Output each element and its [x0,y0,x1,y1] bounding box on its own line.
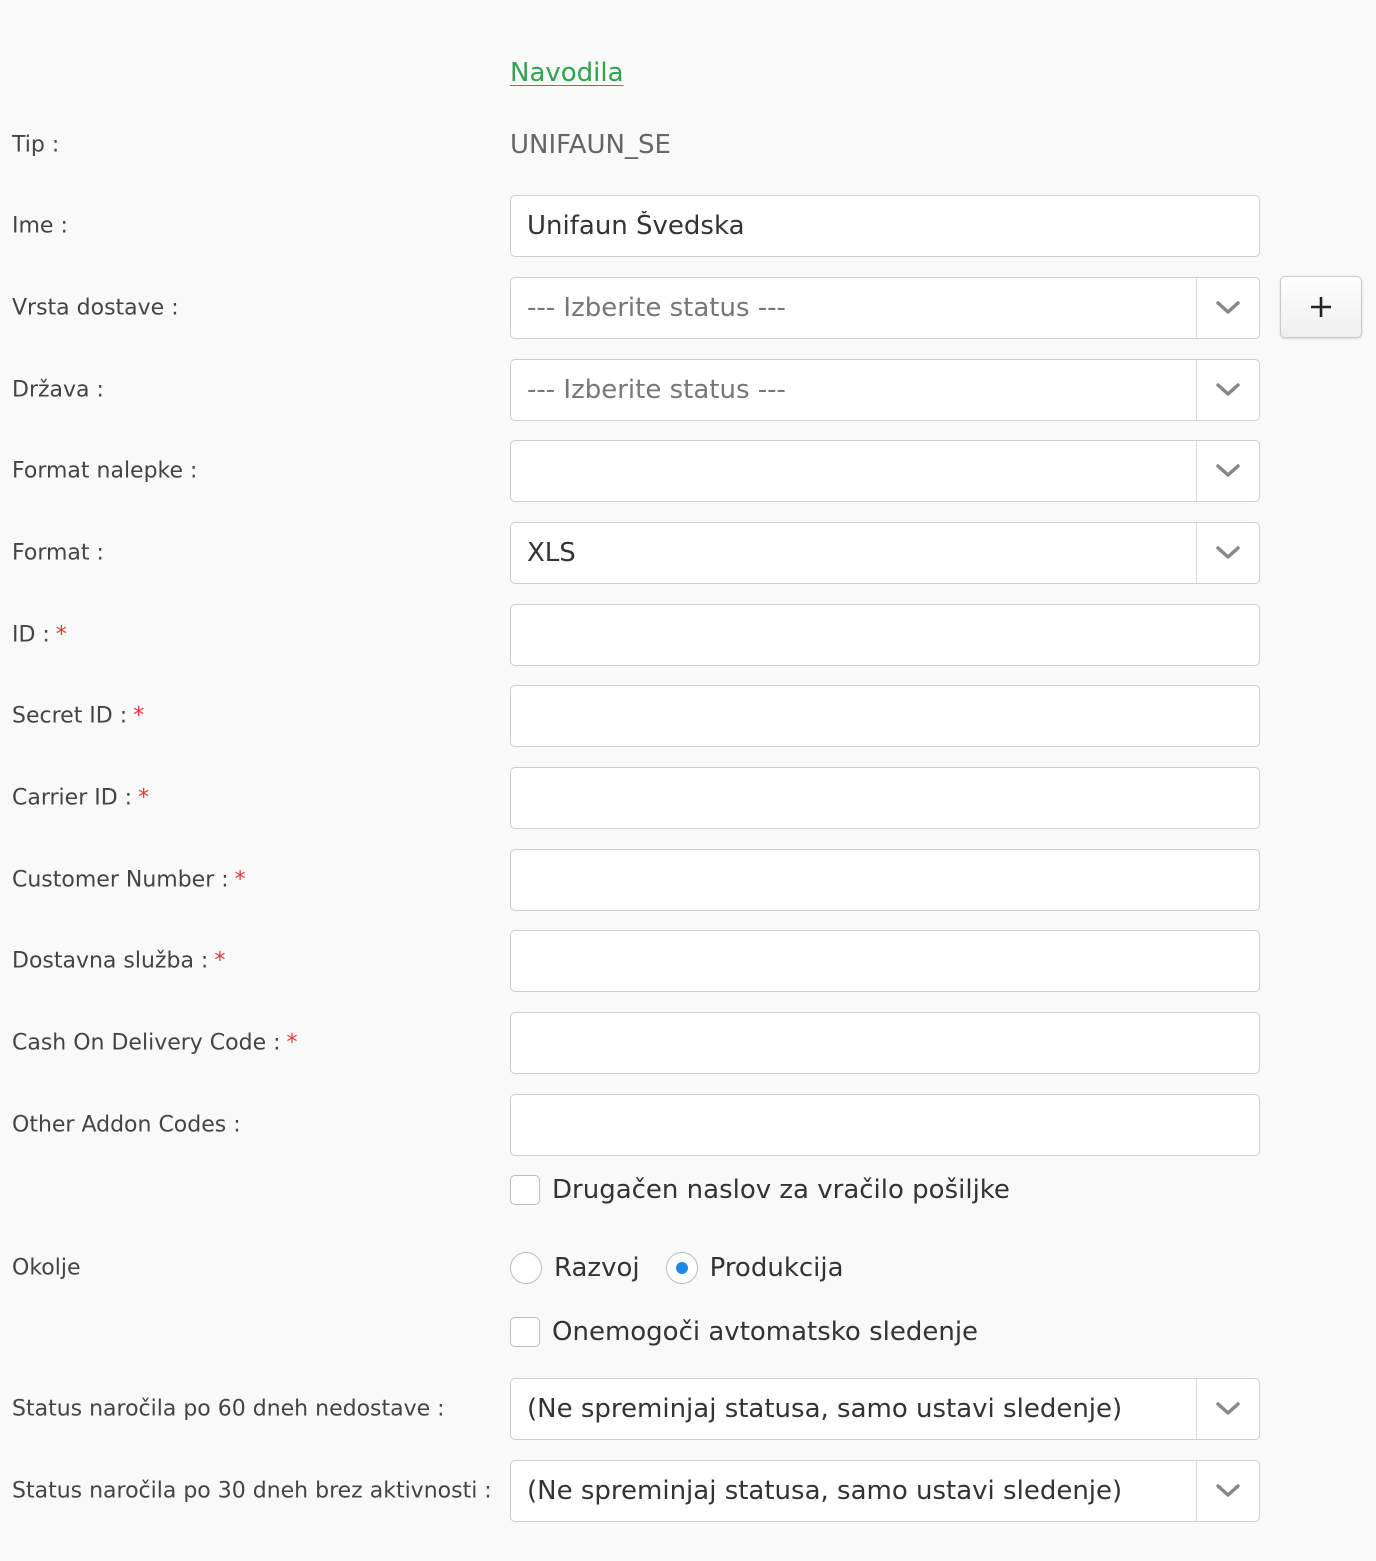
row-dostavna-sluzba: Dostavna služba : * [0,930,1376,992]
status-60-label: Status naročila po 60 dneh nedostave : [12,1396,445,1422]
row-status-30: Status naročila po 30 dneh brez aktivnos… [0,1460,1376,1522]
ime-input[interactable] [510,195,1260,257]
dostavna-sluzba-label: Dostavna služba : * [12,948,226,974]
chevron-down-icon [1196,278,1259,338]
return-address-checkbox[interactable] [510,1175,540,1205]
chevron-down-icon [1196,523,1259,583]
secret-id-input[interactable] [510,685,1260,747]
cod-code-label: Cash On Delivery Code : * [12,1030,298,1056]
required-marker: * [214,948,226,974]
row-cod-code: Cash On Delivery Code : * [0,1012,1376,1074]
return-address-option[interactable]: Drugačen naslov za vračilo pošiljke [510,1172,1010,1208]
secret-id-label: Secret ID : * [12,703,145,729]
status-30-label: Status naročila po 30 dneh brez aktivnos… [12,1478,492,1504]
drzava-label: Država : [12,377,104,403]
format-select[interactable]: XLS [510,522,1260,584]
status-30-select[interactable]: (Ne spreminjaj statusa, samo ustavi sled… [510,1460,1260,1522]
chevron-down-icon [1196,360,1259,420]
format-label: Format : [12,540,104,566]
status-30-selected: (Ne spreminjaj statusa, samo ustavi sled… [527,1476,1123,1506]
chevron-down-icon [1196,1379,1259,1439]
required-marker: * [55,622,67,648]
required-marker: * [286,1030,298,1056]
disable-tracking-option[interactable]: Onemogoči avtomatsko sledenje [510,1314,978,1350]
environment-radio-group: Razvoj Produkcija [510,1252,870,1284]
format-selected: XLS [527,538,576,568]
vrsta-dostave-label: Vrsta dostave : [12,295,179,321]
row-format: Format : XLS [0,522,1376,584]
other-addon-codes-label: Other Addon Codes : [12,1112,241,1138]
vrsta-dostave-select[interactable]: --- Izberite status --- [510,277,1260,339]
row-id: ID : * [0,604,1376,666]
row-status-60: Status naročila po 60 dneh nedostave : (… [0,1378,1376,1440]
required-marker: * [138,785,150,811]
row-tip: Tip : UNIFAUN_SE [0,114,1376,176]
disable-tracking-checkbox[interactable] [510,1317,540,1347]
customer-number-label: Customer Number : * [12,867,246,893]
carrier-settings-form: Navodila Tip : UNIFAUN_SE Ime : Vrsta do… [0,0,1376,1561]
row-environment: Okolje Razvoj Produkcija [0,1237,1376,1299]
format-nalepke-select[interactable] [510,440,1260,502]
carrier-id-label: Carrier ID : * [12,785,150,811]
row-secret-id: Secret ID : * [0,685,1376,747]
drzava-selected: --- Izberite status --- [527,375,786,405]
cod-code-input[interactable] [510,1012,1260,1074]
tip-value: UNIFAUN_SE [510,130,671,160]
radio-razvoj[interactable] [510,1252,542,1284]
status-60-select[interactable]: (Ne spreminjaj statusa, samo ustavi sled… [510,1378,1260,1440]
carrier-id-input[interactable] [510,767,1260,829]
chevron-down-icon [1196,1461,1259,1521]
row-other-addon-codes: Other Addon Codes : [0,1094,1376,1156]
disable-tracking-label: Onemogoči avtomatsko sledenje [552,1317,979,1347]
environment-label: Okolje [12,1255,81,1281]
radio-produkcija[interactable] [665,1252,698,1284]
required-marker: * [133,703,145,729]
plus-icon [1311,297,1331,317]
radio-razvoj-label: Razvoj [554,1253,640,1283]
status-60-selected: (Ne spreminjaj statusa, samo ustavi sled… [527,1394,1123,1424]
customer-number-input[interactable] [510,849,1260,911]
return-address-label: Drugačen naslov za vračilo pošiljke [552,1175,1010,1205]
other-addon-codes-input[interactable] [510,1094,1260,1156]
chevron-down-icon [1196,441,1259,501]
add-delivery-type-button[interactable] [1280,276,1362,338]
row-format-nalepke: Format nalepke : [0,440,1376,502]
row-drzava: Država : --- Izberite status --- [0,359,1376,421]
vrsta-dostave-selected: --- Izberite status --- [527,293,786,323]
dostavna-sluzba-input[interactable] [510,930,1260,992]
radio-selected-dot [675,1262,688,1274]
required-marker: * [234,867,246,893]
row-ime: Ime : [0,195,1376,257]
row-customer-number: Customer Number : * [0,849,1376,911]
radio-produkcija-label: Produkcija [709,1253,844,1283]
id-label: ID : * [12,622,67,648]
row-vrsta-dostave: Vrsta dostave : --- Izberite status --- [0,276,1376,339]
id-input[interactable] [510,604,1260,666]
drzava-select[interactable]: --- Izberite status --- [510,359,1260,421]
ime-label: Ime : [12,213,68,239]
tip-label: Tip : [12,132,60,158]
row-carrier-id: Carrier ID : * [0,767,1376,829]
instructions-link[interactable]: Navodila [510,58,624,88]
format-nalepke-label: Format nalepke : [12,458,198,484]
